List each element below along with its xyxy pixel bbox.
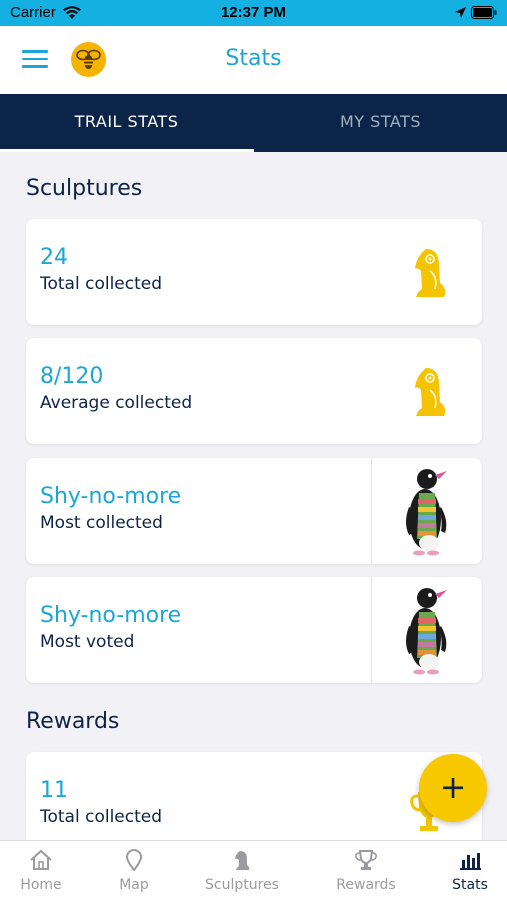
battery-icon [471, 6, 497, 24]
tab-my-stats[interactable]: MY STATS [254, 94, 507, 152]
penguin-icon [408, 364, 450, 420]
nav-label: Home [20, 877, 62, 893]
penguin-sculpture-photo [372, 577, 482, 683]
nav-label: Sculptures [205, 877, 279, 893]
page-title: Stats [225, 46, 282, 71]
app-header: Stats [0, 26, 507, 94]
stat-card-total-collected: 24 Total collected [26, 219, 482, 325]
plus-icon: + [439, 768, 467, 806]
trophy-icon [330, 849, 402, 875]
stat-value: 8/120 [40, 364, 104, 389]
reward-card-total-collected: 11 Total collected [26, 752, 482, 840]
nav-map[interactable]: Map [106, 841, 162, 900]
stat-label: Average collected [40, 393, 193, 413]
map-pin-icon [106, 849, 162, 875]
tab-trail-stats[interactable]: TRAIL STATS [0, 94, 253, 152]
stat-card-most-collected[interactable]: Shy-no-more Most collected [26, 458, 482, 564]
stat-label: Total collected [40, 807, 163, 827]
bar-chart-icon [444, 849, 496, 875]
nav-rewards[interactable]: Rewards [330, 841, 402, 900]
nav-stats[interactable]: Stats [444, 841, 496, 900]
stat-value: Shy-no-more [40, 603, 182, 628]
penguin-icon [408, 245, 450, 301]
nav-sculptures[interactable]: Sculptures [198, 841, 286, 900]
sculpture-icon [198, 849, 286, 875]
nav-label: Stats [452, 877, 488, 893]
add-fab-button[interactable]: + [419, 754, 487, 822]
active-tab-indicator [0, 149, 254, 152]
stats-tab-bar: TRAIL STATS MY STATS [0, 94, 507, 152]
penguin-sculpture-photo [372, 458, 482, 564]
stat-label: Total collected [40, 274, 163, 294]
nav-label: Rewards [336, 877, 396, 893]
rewards-section-title: Rewards [26, 709, 120, 734]
stat-label: Most voted [40, 632, 135, 652]
bottom-nav: Home Map Sculptures Rewards Stats [0, 840, 507, 900]
location-arrow-icon [454, 6, 467, 24]
stat-value: Shy-no-more [40, 484, 182, 509]
stat-label: Most collected [40, 513, 163, 533]
clock: 12:37 PM [220, 4, 287, 21]
stat-card-most-voted[interactable]: Shy-no-more Most voted [26, 577, 482, 683]
stat-value: 11 [40, 778, 68, 803]
stat-value: 24 [40, 245, 68, 270]
stat-card-average-collected: 8/120 Average collected [26, 338, 482, 444]
home-icon [12, 849, 70, 875]
nav-home[interactable]: Home [12, 841, 70, 900]
nav-label: Map [119, 877, 149, 893]
status-bar: Carrier 12:37 PM [0, 0, 507, 26]
sculptures-section-title: Sculptures [26, 176, 143, 201]
